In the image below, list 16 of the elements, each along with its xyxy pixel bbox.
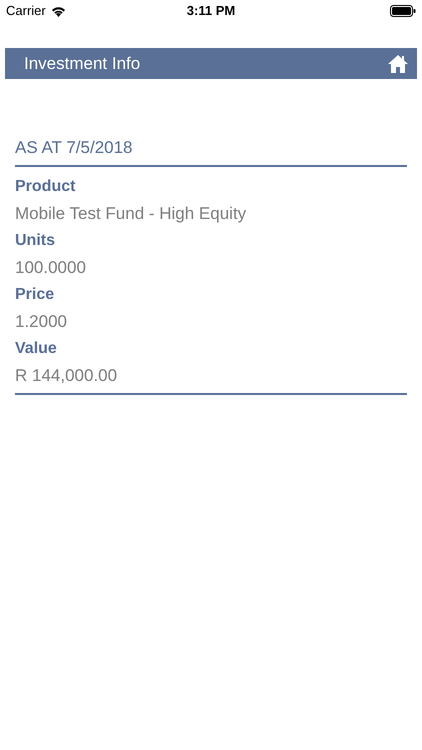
field-value: R 144,000.00 xyxy=(15,365,118,387)
battery-icon xyxy=(390,5,416,17)
field-label: Product xyxy=(15,177,76,197)
field-value: 100.0000 xyxy=(15,257,87,279)
field-value: Mobile Test Fund - High Equity xyxy=(15,203,248,225)
clock-text: 3:11 PM xyxy=(186,2,236,20)
field-label: Price xyxy=(15,285,56,305)
home-icon xyxy=(387,54,409,74)
field-value: 1.2000 xyxy=(15,311,68,333)
section-title: AS AT 7/5/2018 xyxy=(15,138,133,157)
field-label: Value xyxy=(15,339,58,359)
wifi-icon xyxy=(50,6,66,16)
carrier-text: Carrier xyxy=(6,2,46,20)
header-title: Investment Info xyxy=(24,52,140,75)
field-label: Units xyxy=(15,231,56,251)
home-button[interactable] xyxy=(387,54,409,74)
